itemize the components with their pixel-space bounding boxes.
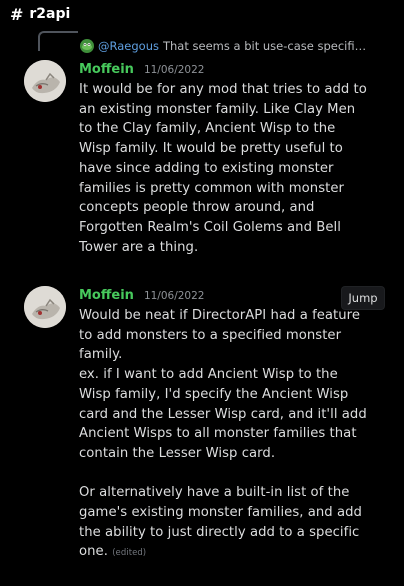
avatar[interactable] [24, 60, 66, 102]
hash-icon: # [10, 4, 24, 24]
timestamp: 11/06/2022 [143, 290, 205, 302]
author-name[interactable]: Moffein [79, 288, 134, 303]
edited-label: (edited) [112, 548, 147, 559]
channel-name: r2api [29, 6, 71, 22]
reply-connector [38, 31, 78, 51]
reply-avatar [80, 39, 94, 53]
reply-preview[interactable]: @Raegous That seems a bit use-case speci… [80, 36, 400, 56]
avatar-image [24, 60, 66, 102]
message-header: Moffein 11/06/2022 [79, 62, 204, 80]
reply-text[interactable]: That seems a bit use-case specifi… [163, 39, 366, 53]
reply-author[interactable]: @Raegous [98, 39, 159, 53]
frog-icon [82, 43, 92, 50]
message-header: Moffein 11/06/2022 [79, 288, 204, 306]
message-content: Would be neat if DirectorAPI had a featu… [79, 306, 379, 564]
avatar-image [24, 286, 66, 328]
message-content: It would be for any mod that tries to ad… [79, 82, 367, 255]
timestamp: 11/06/2022 [143, 64, 205, 76]
channel-header: # r2api [10, 2, 70, 26]
author-name[interactable]: Moffein [79, 62, 134, 77]
message-text: Would be neat if DirectorAPI had a featu… [79, 308, 367, 560]
avatar[interactable] [24, 286, 66, 328]
